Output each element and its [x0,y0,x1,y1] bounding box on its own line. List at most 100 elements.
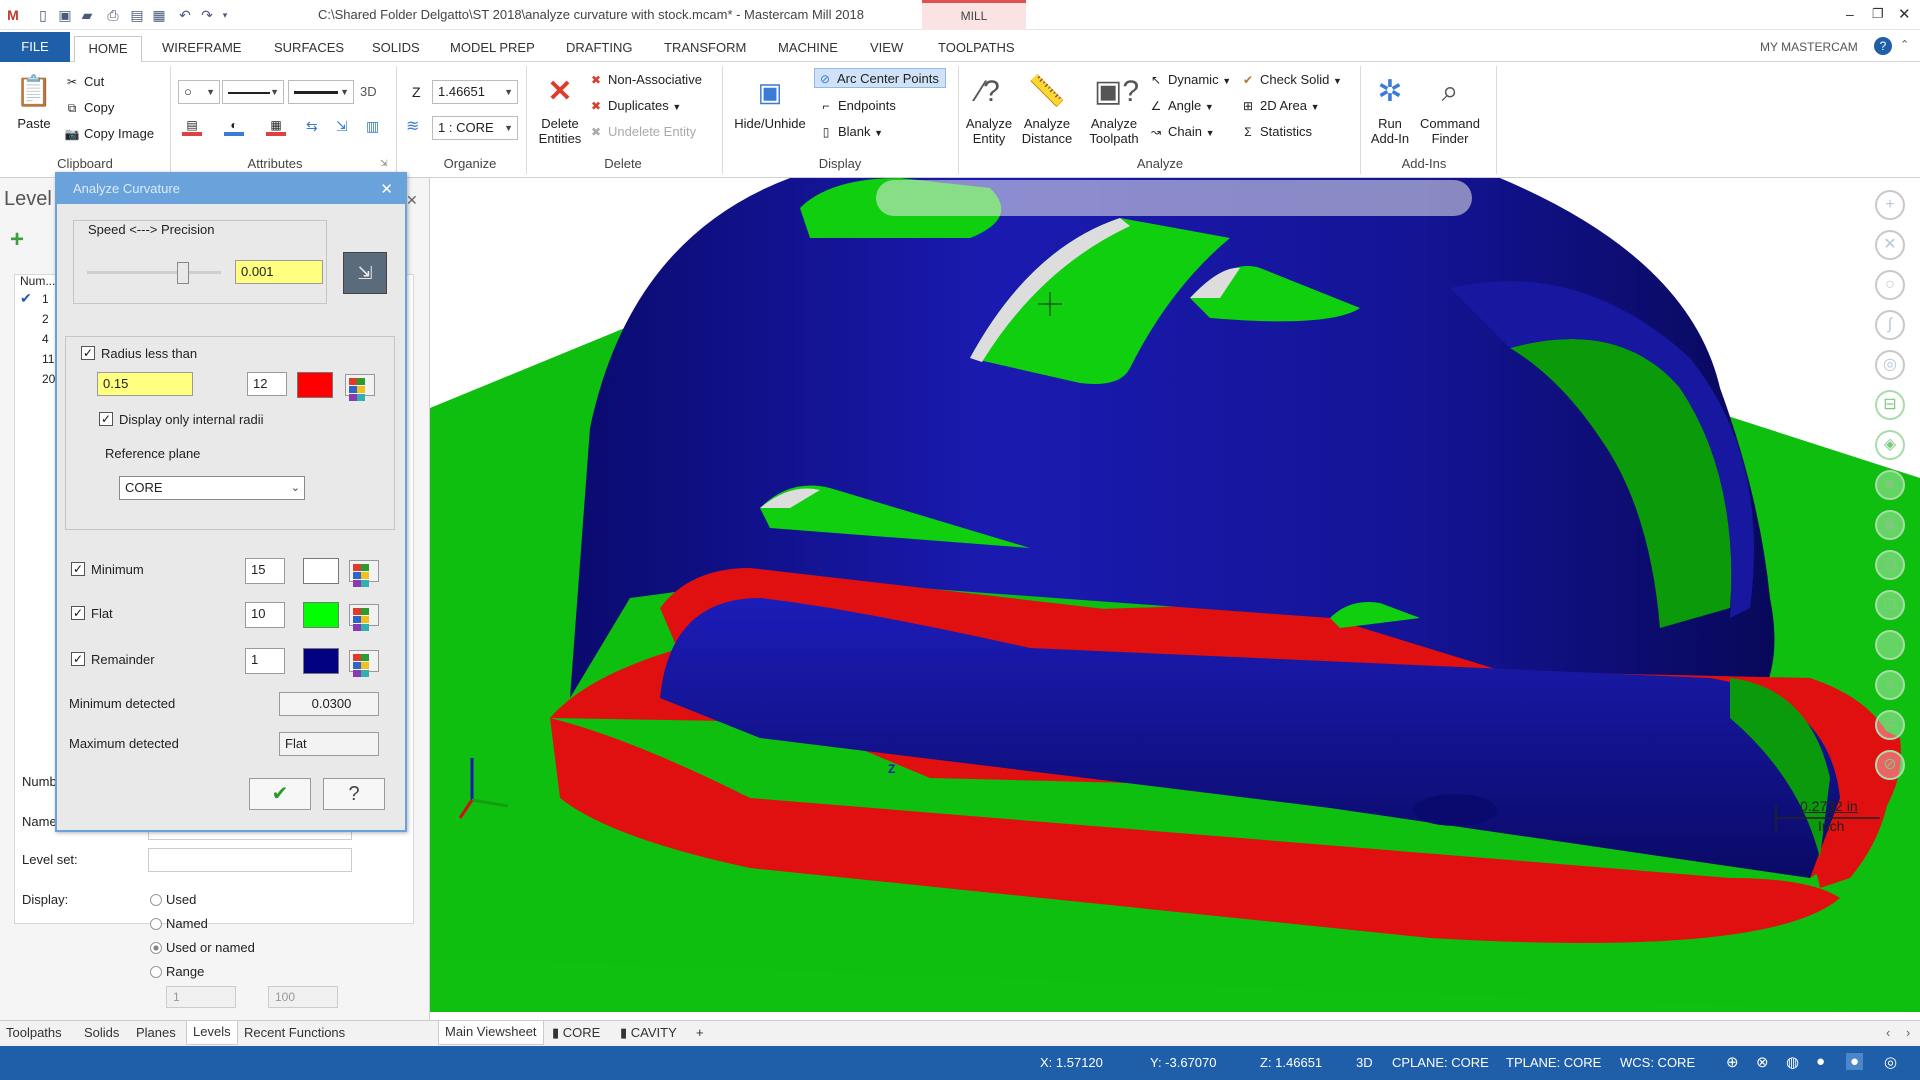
reference-plane-select[interactable]: CORE ⌄ [119,476,305,500]
save-as-icon[interactable]: ▤ [128,6,146,24]
plus-icon[interactable]: + [1875,190,1905,220]
add-viewsheet-button[interactable]: + [696,1025,704,1040]
cut-button[interactable]: ✂ Cut [64,72,104,92]
radio-used[interactable] [150,894,162,906]
delete-entities-button[interactable]: ✕ Delete Entities [530,72,590,146]
endpoints-button[interactable]: ⌐ Endpoints [818,96,895,116]
tab-transform[interactable]: TRANSFORM [656,36,754,60]
radio-named[interactable] [150,918,162,930]
collapse-ribbon-icon[interactable]: ⌃ [1900,38,1909,51]
analyze-distance-button[interactable]: 📏 Analyze Distance [1014,72,1080,146]
tab-toolpaths-panel[interactable]: Toolpaths [6,1025,62,1040]
zip2go-icon[interactable]: ▦ [150,6,168,24]
copy-button[interactable]: ⧉ Copy [64,98,115,118]
qat-dropdown-icon[interactable]: ▾ [216,6,234,24]
dialog-launcher-icon[interactable]: ⇲ [380,158,388,169]
undo-icon[interactable]: ↶ [176,6,194,24]
check-solid-button[interactable]: ✔ Check Solid ▼ [1240,70,1342,90]
column-header-number[interactable]: Num... [20,274,55,288]
edge-select-icon[interactable]: ▤ [1875,550,1905,580]
solid-color-icon[interactable]: ◐ [224,118,244,136]
internal-radii-checkbox[interactable]: ✓ [99,412,113,426]
translucency-icon[interactable]: ◎ [1884,1053,1897,1071]
context-tab-mill[interactable]: MILL [922,0,1026,30]
radius-color-swatch[interactable] [297,372,333,398]
z-depth-combo[interactable]: 1.46651 ▼ [432,80,518,104]
minimum-checkbox[interactable]: ✓ [71,562,85,576]
shaded-display-icon[interactable]: ◍ [1786,1053,1799,1071]
status-tplane[interactable]: TPLANE: CORE [1506,1055,1601,1070]
level-row[interactable]: 11 [42,352,54,366]
line-style-combo[interactable]: ▼ [222,80,284,104]
remainder-color-swatch[interactable] [303,648,339,674]
radio-range[interactable] [150,966,162,978]
surface-color-icon[interactable]: ▦ [266,118,286,136]
run-addin-button[interactable]: ✲ Run Add-In [1364,72,1416,146]
gear-select-icon[interactable]: ✲ [1875,710,1905,740]
dynamic-button[interactable]: ↖ Dynamic ▼ [1148,70,1231,90]
arc-center-points-button[interactable]: ⊘ Arc Center Points [814,68,946,88]
level-row[interactable]: 20 [42,372,55,386]
loop-select-icon[interactable]: ⊡ [1875,590,1905,620]
chain-button[interactable]: ↝ Chain ▼ [1148,122,1215,142]
dialog-close-icon[interactable]: ✕ [380,180,393,198]
globe-icon[interactable]: ⊕ [1726,1053,1739,1071]
tab-model-prep[interactable]: MODEL PREP [442,36,543,60]
blank-button[interactable]: ▯ Blank ▼ [818,122,883,142]
mesh-select-icon[interactable]: ◈ [1875,430,1905,460]
tab-surfaces[interactable]: SURFACES [266,36,352,60]
remainder-color-number[interactable]: 1 [245,648,285,674]
level-row[interactable]: 1 [42,292,49,306]
tab-file[interactable]: FILE [0,32,70,62]
palette-icon[interactable] [349,650,379,677]
apply-icon[interactable]: ⇲ [343,252,387,294]
palette-icon[interactable] [349,604,379,631]
tab-machine[interactable]: MACHINE [770,36,846,60]
no-select-icon[interactable]: ⊘ [1875,750,1905,780]
command-finder-button[interactable]: ⌕ Command Finder [1416,72,1484,146]
scroll-right-icon[interactable]: › [1906,1025,1910,1040]
viewsheet-core[interactable]: ▮ CORE [552,1025,600,1041]
remainder-checkbox[interactable]: ✓ [71,652,85,666]
tab-solids-panel[interactable]: Solids [84,1025,119,1040]
angle-button[interactable]: ∠ Angle ▼ [1148,96,1214,116]
restore-icon[interactable]: ❐ [1872,6,1884,22]
print-icon[interactable]: ⎙ [104,6,122,24]
face-select-icon[interactable]: ■ [1875,470,1905,500]
pattern-select-icon[interactable]: ⋮ [1875,630,1905,660]
save-icon[interactable]: ▣ [56,6,74,24]
solid-select-icon[interactable]: ⊟ [1875,390,1905,420]
radius-color-number[interactable]: 12 [247,372,287,396]
non-associative-button[interactable]: ✖ Non-Associative [588,70,702,90]
snap-icon[interactable]: ✕ [1875,230,1905,260]
tab-solids[interactable]: SOLIDS [364,36,428,60]
redo-icon[interactable]: ↷ [198,6,216,24]
set-all-icon[interactable]: ⇆ [306,118,318,135]
level-set-field[interactable] [148,848,352,872]
curve-select-icon[interactable]: ∫ [1875,310,1905,340]
new-file-icon[interactable]: ▯ [34,6,52,24]
wireframe-color-icon[interactable]: ▤ [182,118,202,136]
minimize-icon[interactable]: – [1846,6,1854,22]
precision-field[interactable]: 0.001 [235,260,323,284]
help-icon[interactable]: ? [1874,37,1892,55]
flat-checkbox[interactable]: ✓ [71,606,85,620]
clear-colors-icon[interactable]: ⇲ [336,118,348,135]
attributes-more-icon[interactable]: ▥ [366,118,379,135]
tab-wireframe[interactable]: WIREFRAME [154,36,249,60]
radius-less-than-checkbox[interactable]: ✓ [81,346,95,360]
paste-button[interactable]: 📋 Paste [8,72,60,131]
level-row[interactable]: 4 [42,332,49,346]
minimum-color-swatch[interactable] [303,558,339,584]
duplicates-button[interactable]: ✖ Duplicates ▼ [588,96,681,116]
body-select-icon[interactable]: ▣ [1875,510,1905,540]
open-icon[interactable]: ▰ [78,6,96,24]
viewsheet-cavity[interactable]: ▮ CAVITY [620,1025,677,1041]
area-2d-button[interactable]: ⊞ 2D Area ▼ [1240,96,1320,116]
graphics-viewport[interactable]: Z 0.2732 in Inch + ✕ ○ ∫ ◎ ⊟ ◈ ■ ▣ ▤ ⊡ ⋮… [430,178,1920,1012]
hide-unhide-button[interactable]: ▣ Hide/Unhide [728,72,812,131]
minimum-color-number[interactable]: 15 [245,558,285,584]
point-style-combo[interactable]: ○ ▼ [178,80,220,104]
precision-slider-track[interactable] [87,271,221,274]
precision-slider-thumb[interactable] [177,262,189,284]
